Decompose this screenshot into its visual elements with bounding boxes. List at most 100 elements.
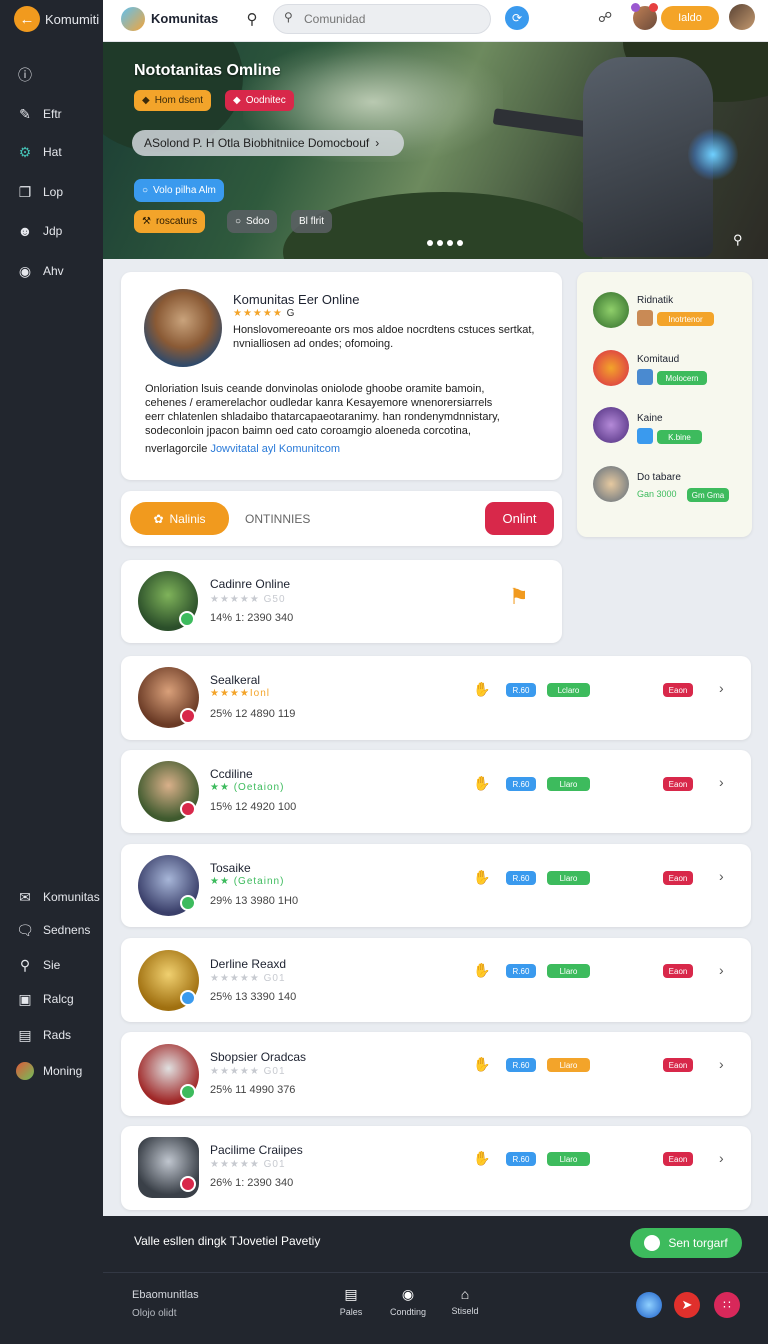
sidebar-item-label: Sednens [43,923,91,937]
sidebar-item-sednens[interactable]: 🗨 Sednens [16,921,90,939]
sidebar-item-sie[interactable]: ⚲ Sie [16,956,60,974]
coins-button[interactable]: Ialdo [661,6,719,30]
chevron-right-icon[interactable]: › [719,1150,724,1166]
rating-text: Ionl [249,688,270,699]
hero-chip-3[interactable]: ⚒ roscaturs [134,210,206,233]
game-card[interactable]: Cadinre Online ★★★★★ G50 14% 1: 2390 340… [121,560,562,643]
member-name: Komitaud [637,354,680,365]
wrench-icon: ⚒ [142,216,151,227]
carousel-dots[interactable] [427,240,463,246]
info-icon: ⓘ [18,67,32,83]
carousel-dot[interactable] [457,240,463,246]
chevron-right-icon[interactable]: › [719,774,724,790]
topbar: Komunitas ⚲ ⚲ ⟳ ☍ Ialdo [103,0,768,42]
member-badge: K.bine [657,430,702,444]
back-arrow-icon[interactable]: ← [14,6,40,32]
member-thumb [637,428,653,444]
game-tag: Eaon [663,964,693,978]
carousel-dot[interactable] [427,240,433,246]
search-input[interactable] [273,4,491,34]
rating-stars: ★★★★★ G01 [210,973,286,984]
game-meta: 25% 13 3390 140 [210,991,297,1003]
thumbs-up-icon[interactable]: ✋ [473,962,490,979]
game-card[interactable]: Pacilime Craiipes ★★★★★ G01 26% 1: 2390 … [121,1126,751,1210]
app-logo [121,7,145,31]
hero-chip-4[interactable]: ○ Sdoo [227,210,278,233]
member-thumb [637,369,653,385]
game-title: Derline Reaxd [210,957,287,971]
sidebar-item-edit[interactable]: ✎ Eftr [16,105,62,123]
hero-chip-1[interactable]: ◆ Hom dsent [134,90,212,111]
chevron-right-icon[interactable]: › [719,962,724,978]
footer-nav-pales[interactable]: ▤ Pales [331,1286,371,1317]
promo-button[interactable]: Sen torgarf [630,1228,742,1258]
chevron-right-icon[interactable]: › [719,868,724,884]
thumbs-up-icon[interactable]: ✋ [473,681,490,698]
hero-chip-5[interactable]: Bl flrit [291,210,332,233]
thumbs-up-icon[interactable]: ✋ [473,869,490,886]
share-icon[interactable]: ☍ [598,9,612,26]
member-avatar[interactable] [593,350,629,386]
search-icon[interactable]: ⚲ [241,8,263,30]
status-dot [631,3,640,12]
sidebar-item-info[interactable]: ⓘ [16,66,43,84]
thumbs-up-icon[interactable]: ✋ [473,1056,490,1073]
game-tag: Lclaro [547,683,590,697]
social-icon[interactable] [636,1292,662,1318]
hero-announcement-text: ASolond P. H Otla Biobhitniice Domocbouf [144,136,370,150]
game-tag: R.60 [506,871,536,885]
rating-stars: ★★★★Ionl [210,688,270,699]
footer-nav-condting[interactable]: ◉ Condting [383,1286,433,1317]
chat-icon [644,1235,661,1251]
game-tag: Llaro [547,1152,590,1166]
online-button[interactable]: Onlint [485,502,554,535]
sidebar-item-hat[interactable]: ⚙ Hat [16,143,62,161]
member-avatar[interactable] [593,292,629,328]
share-icon[interactable]: ➤ [674,1292,700,1318]
sidebar-item-jdp[interactable]: ☻ Jdp [16,222,63,240]
game-tag: Llaro [547,871,590,885]
game-card[interactable]: Sealkeral ★★★★Ionl 25% 12 4890 119 ✋ R.6… [121,656,751,740]
zoom-icon[interactable]: ⚲ [733,232,743,248]
game-card[interactable]: Sbopsier Oradcas ★★★★★ G01 25% 11 4990 3… [121,1032,751,1116]
sidebar-item-ralcg[interactable]: ▣ Ralcg [16,990,73,1008]
rating-text: G [286,308,296,319]
member-avatar[interactable] [593,466,629,502]
thumbs-up-icon[interactable]: ✋ [473,1150,490,1167]
carousel-dot[interactable] [437,240,443,246]
sidebar-item-komunitas[interactable]: ✉ Komunitas [16,888,100,906]
sidebar-item-ahv[interactable]: ◉ Ahv [16,262,64,280]
game-card[interactable]: Tosaike ★★ (Getainn) 29% 13 3980 1H0 ✋ R… [121,844,751,927]
hero-glow [688,127,738,182]
tab-active[interactable]: ✿ Nalinis [130,502,229,535]
footer-nav-label: Stiseld [451,1306,479,1316]
sidebar-item-rads[interactable]: ▤ Rads [16,1026,71,1044]
community-link[interactable]: Jowvitatal ayl Komunitcom [210,443,340,455]
game-tag: Llaro [547,1058,590,1072]
refresh-icon[interactable]: ⟳ [505,6,529,30]
online-status-icon [179,611,195,627]
game-tag: R.60 [506,683,536,697]
game-tag: Eaon [663,683,693,697]
hero-status-chip[interactable]: ○ Volo pilha Alm [134,179,224,202]
globe-icon: ◉ [18,262,32,279]
sidebar-item-moning[interactable]: Moning [16,1062,82,1080]
chevron-right-icon[interactable]: › [719,1056,724,1072]
footer-nav-stiseld[interactable]: ⌂ Stiseld [445,1286,485,1316]
tab-inactive[interactable]: ONTINNIES [245,512,310,526]
status-icon [180,1176,196,1192]
hero-announcement[interactable]: ASolond P. H Otla Biobhitniice Domocbouf… [132,130,404,156]
member-avatar[interactable] [593,407,629,443]
grid-icon[interactable]: ∷ [714,1292,740,1318]
community-subtitle: nvnialliosen ad ondes; ofomoing. [233,338,394,350]
hero-chip-2[interactable]: ◆ Oodnitec [225,90,294,111]
chevron-right-icon[interactable]: › [719,680,724,696]
rating-text: G50 [263,594,286,605]
profile-avatar[interactable] [729,4,755,30]
game-card[interactable]: Ccdiline ★★ (Oetaion) 15% 12 4920 100 ✋ … [121,750,751,833]
sidebar-item-label: Hat [43,145,62,159]
game-card[interactable]: Derline Reaxd ★★★★★ G01 25% 13 3390 140 … [121,938,751,1022]
carousel-dot[interactable] [447,240,453,246]
sidebar-item-lop[interactable]: ❐ Lop [16,183,63,201]
thumbs-up-icon[interactable]: ✋ [473,775,490,792]
